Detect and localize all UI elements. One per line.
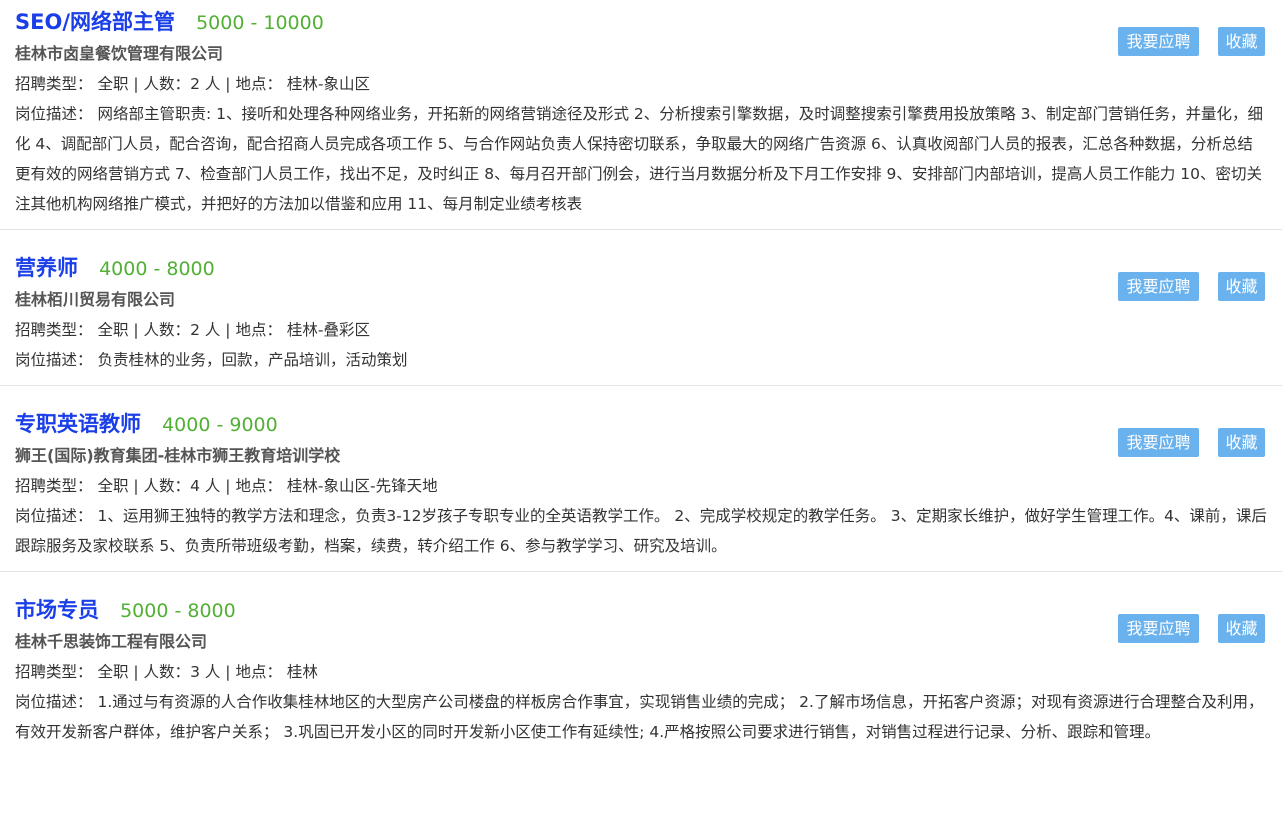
company-name: 狮王(国际)教育集团-桂林市狮王教育培训学校 (15, 446, 341, 465)
favorite-button[interactable]: 收藏 (1218, 27, 1265, 56)
count-label: 人数： (143, 75, 191, 93)
desc-text: 负责桂林的业务，回款，产品培训，活动策划 (97, 351, 408, 369)
desc-label: 岗位描述： (15, 351, 93, 369)
desc-text: 1.通过与有资源的人合作收集桂林地区的大型房产公司楼盘的样板房合作事宜，实现销售… (15, 693, 1264, 741)
favorite-button[interactable]: 收藏 (1218, 272, 1265, 301)
job-actions: 我要应聘 收藏 (1118, 272, 1265, 301)
count-label: 人数： (143, 321, 191, 339)
job-type: 全职 (97, 477, 129, 495)
apply-button[interactable]: 我要应聘 (1118, 614, 1199, 643)
location-label: 地点： (235, 663, 282, 681)
job-location: 桂林-象山区-先锋天地 (286, 477, 438, 495)
apply-button[interactable]: 我要应聘 (1118, 428, 1199, 457)
job-list: SEO/网络部主管 5000 - 10000 桂林市卤皇餐饮管理有限公司 招聘类… (0, 0, 1282, 757)
job-item: SEO/网络部主管 5000 - 10000 桂林市卤皇餐饮管理有限公司 招聘类… (0, 0, 1282, 230)
company-name: 桂林栢川贸易有限公司 (15, 290, 176, 309)
salary-range: 5000 - 10000 (196, 12, 324, 34)
job-meta: 招聘类型： 全职 | 人数：2 人 | 地点： 桂林-叠彩区 (15, 321, 370, 339)
job-header: 市场专员 5000 - 8000 (15, 593, 1172, 627)
job-header: SEO/网络部主管 5000 - 10000 (15, 5, 1172, 39)
job-actions: 我要应聘 收藏 (1118, 428, 1265, 457)
desc-text: 1、运用狮王独特的教学方法和理念，负责3-12岁孩子专职专业的全英语教学工作。 … (15, 507, 1267, 555)
desc-label: 岗位描述： (15, 693, 93, 711)
job-actions: 我要应聘 收藏 (1118, 614, 1265, 643)
type-label: 招聘类型： (15, 75, 93, 93)
job-title-link[interactable]: 市场专员 (15, 598, 99, 622)
job-count: 4 人 (190, 477, 221, 495)
job-item: 市场专员 5000 - 8000 桂林千思装饰工程有限公司 招聘类型： 全职 |… (0, 572, 1282, 757)
job-header: 营养师 4000 - 8000 (15, 251, 1172, 285)
desc-label: 岗位描述： (15, 105, 93, 123)
desc-label: 岗位描述： (15, 507, 93, 525)
job-meta: 招聘类型： 全职 | 人数：2 人 | 地点： 桂林-象山区 (15, 75, 370, 93)
type-label: 招聘类型： (15, 321, 93, 339)
desc-text: 网络部主管职责: 1、接听和处理各种网络业务，开拓新的网络营销途径及形式 2、分… (15, 105, 1264, 213)
company-name: 桂林千思装饰工程有限公司 (15, 632, 208, 651)
job-count: 2 人 (190, 75, 221, 93)
job-location: 桂林-叠彩区 (286, 321, 370, 339)
job-meta: 招聘类型： 全职 | 人数：4 人 | 地点： 桂林-象山区-先锋天地 (15, 477, 438, 495)
job-description: 岗位描述： 网络部主管职责: 1、接听和处理各种网络业务，开拓新的网络营销途径及… (15, 99, 1267, 219)
type-label: 招聘类型： (15, 663, 93, 681)
company-name: 桂林市卤皇餐饮管理有限公司 (15, 44, 224, 63)
job-location: 桂林 (286, 663, 318, 681)
job-type: 全职 (97, 663, 129, 681)
job-type: 全职 (97, 321, 129, 339)
salary-range: 4000 - 8000 (99, 258, 215, 280)
job-meta: 招聘类型： 全职 | 人数：3 人 | 地点： 桂林 (15, 663, 318, 681)
apply-button[interactable]: 我要应聘 (1118, 27, 1199, 56)
job-item: 营养师 4000 - 8000 桂林栢川贸易有限公司 招聘类型： 全职 | 人数… (0, 230, 1282, 386)
job-description: 岗位描述： 1.通过与有资源的人合作收集桂林地区的大型房产公司楼盘的样板房合作事… (15, 687, 1267, 747)
job-location: 桂林-象山区 (286, 75, 370, 93)
location-label: 地点： (235, 75, 282, 93)
type-label: 招聘类型： (15, 477, 93, 495)
count-label: 人数： (143, 477, 191, 495)
job-description: 岗位描述： 负责桂林的业务，回款，产品培训，活动策划 (15, 345, 1267, 375)
salary-range: 5000 - 8000 (120, 600, 236, 622)
location-label: 地点： (235, 477, 282, 495)
job-item: 专职英语教师 4000 - 9000 狮王(国际)教育集团-桂林市狮王教育培训学… (0, 386, 1282, 572)
favorite-button[interactable]: 收藏 (1218, 614, 1265, 643)
job-actions: 我要应聘 收藏 (1118, 27, 1265, 56)
salary-range: 4000 - 9000 (162, 414, 278, 436)
job-description: 岗位描述： 1、运用狮王独特的教学方法和理念，负责3-12岁孩子专职专业的全英语… (15, 501, 1267, 561)
location-label: 地点： (235, 321, 282, 339)
job-title-link[interactable]: SEO/网络部主管 (15, 10, 175, 34)
job-count: 3 人 (190, 663, 221, 681)
job-header: 专职英语教师 4000 - 9000 (15, 407, 1172, 441)
job-title-link[interactable]: 营养师 (15, 256, 78, 280)
favorite-button[interactable]: 收藏 (1218, 428, 1265, 457)
count-label: 人数： (143, 663, 191, 681)
job-type: 全职 (97, 75, 129, 93)
job-title-link[interactable]: 专职英语教师 (15, 412, 141, 436)
apply-button[interactable]: 我要应聘 (1118, 272, 1199, 301)
job-count: 2 人 (190, 321, 221, 339)
